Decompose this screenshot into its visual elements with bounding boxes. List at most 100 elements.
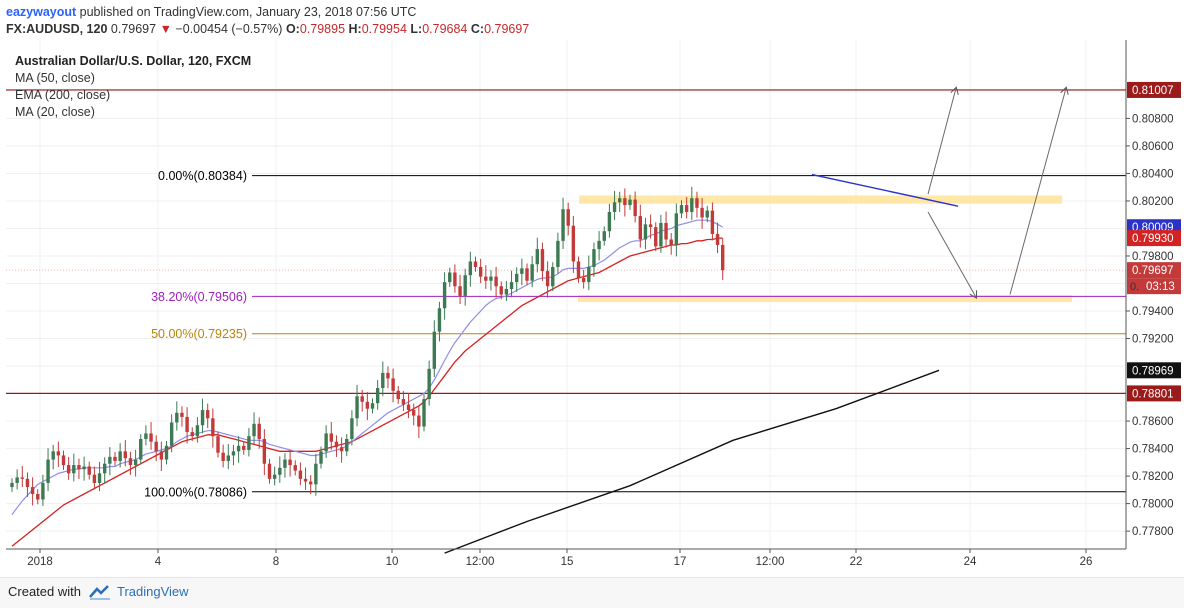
- legend-ema200: EMA (200, close): [15, 88, 111, 102]
- candle-body: [571, 225, 576, 262]
- candle-body: [468, 261, 473, 276]
- price-zones: [578, 195, 1072, 303]
- candle-body: [581, 277, 586, 283]
- x-tick-label: 8: [273, 556, 279, 568]
- tradingview-link[interactable]: TradingView: [117, 584, 189, 599]
- x-tick-label: 17: [674, 556, 687, 568]
- x-tick-label: 15: [561, 556, 574, 568]
- candle-body: [612, 202, 617, 212]
- ema200-path: [444, 369, 940, 554]
- candle-body: [437, 308, 442, 332]
- y-tick-label: 0.80800: [1132, 113, 1174, 125]
- candle-body: [283, 459, 287, 468]
- candle-body: [92, 474, 97, 483]
- projection-arrow: [927, 88, 956, 195]
- x-tick-label: 24: [964, 556, 977, 568]
- candle-body: [618, 198, 622, 203]
- candle-body: [262, 438, 267, 464]
- candle-body: [139, 438, 143, 460]
- high-key: H:: [348, 22, 362, 36]
- candle-body: [66, 465, 71, 474]
- y-tick-label: 0.78400: [1132, 444, 1174, 456]
- candle-body: [530, 264, 534, 281]
- price-tag-text: 0.78969: [1132, 365, 1174, 377]
- close-key: C:: [470, 22, 485, 36]
- author-link[interactable]: eazywayout: [6, 5, 76, 19]
- candle-body: [133, 459, 138, 466]
- candle-body: [267, 463, 272, 479]
- candle-body: [587, 266, 591, 283]
- candle-body: [36, 493, 40, 500]
- y-tick-label: 0.80400: [1132, 168, 1174, 180]
- candle-body: [684, 205, 689, 212]
- candle-body: [303, 478, 308, 482]
- candle-body: [25, 478, 30, 488]
- high-value: 0.79954: [361, 22, 407, 36]
- candle-body: [175, 412, 179, 423]
- candle-body: [365, 401, 370, 409]
- publish-line: eazywayout published on TradingView.com,…: [6, 5, 416, 19]
- candle-body: [566, 209, 570, 226]
- candle-body: [149, 433, 153, 442]
- last-price: 0.79697: [110, 22, 157, 36]
- x-tick-label: 10: [386, 556, 399, 568]
- candle-body: [664, 222, 668, 240]
- legend-ma50: MA (50, close): [15, 71, 95, 85]
- created-with-text: Created with: [8, 584, 81, 599]
- candle-body: [319, 451, 323, 464]
- candle-body: [427, 368, 431, 400]
- projection-arrow: [1009, 88, 1066, 295]
- candle-body: [674, 213, 679, 245]
- candle-body: [329, 433, 333, 442]
- candle-body: [489, 276, 493, 281]
- candle-body: [396, 390, 400, 400]
- fib-level-label: 0.00%(0.80384): [158, 169, 247, 183]
- candle-body: [556, 240, 560, 267]
- candle-body: [473, 261, 478, 267]
- y-tick-label: 0.79200: [1132, 334, 1174, 346]
- down-arrow-icon: ▼: [159, 22, 172, 36]
- candle-body: [97, 473, 102, 483]
- legend-ma20: MA (20, close): [15, 105, 95, 119]
- open-key: O:: [285, 22, 300, 36]
- candle-body: [597, 240, 601, 250]
- candle-body: [298, 470, 303, 479]
- candle-body: [339, 447, 344, 452]
- candle-body: [478, 266, 483, 277]
- candle-body: [638, 216, 642, 240]
- candle-body: [51, 451, 55, 460]
- candle-body: [484, 276, 488, 281]
- candle-body: [288, 459, 292, 466]
- candle-body: [633, 199, 637, 217]
- candle-body: [231, 451, 236, 456]
- candle-body: [159, 451, 164, 460]
- candle-body: [545, 271, 550, 287]
- candle-body: [375, 388, 380, 404]
- chart-canvas[interactable]: 0.00%(0.80384) 38.20%(0.79506) 50.00%(0.79…: [0, 40, 1184, 577]
- candle-body: [520, 268, 524, 274]
- candle-body: [164, 445, 169, 460]
- y-tick-label: 0.77800: [1132, 526, 1174, 538]
- candle-body: [314, 463, 318, 485]
- candle-body: [561, 209, 565, 241]
- ema200-line: [444, 369, 940, 554]
- candle-body: [654, 227, 658, 247]
- y-tick-label: 0.80200: [1132, 196, 1174, 208]
- candle-body: [216, 436, 220, 453]
- candle-body: [679, 205, 684, 214]
- candle-body: [211, 418, 215, 437]
- low-key: L:: [410, 22, 423, 36]
- candle-body: [623, 198, 627, 206]
- candle-body: [87, 466, 91, 475]
- publish-info: published on TradingView.com, January 23…: [79, 5, 417, 19]
- candle-body: [602, 231, 606, 241]
- candle-body: [61, 455, 66, 466]
- legend-title: Australian Dollar/U.S. Dollar, 120, FXCM: [15, 54, 252, 68]
- price-tag-text: 0.78801: [1132, 388, 1174, 400]
- footer: Created with TradingView: [0, 577, 1184, 608]
- candle-body: [504, 288, 509, 295]
- tradingview-logo-icon[interactable]: [88, 583, 112, 601]
- candle-body: [515, 273, 519, 283]
- candle-body: [206, 410, 210, 419]
- ohlc-line: FX:AUDUSD, 120 0.79697 ▼ −0.00454 (−0.57…: [6, 22, 529, 36]
